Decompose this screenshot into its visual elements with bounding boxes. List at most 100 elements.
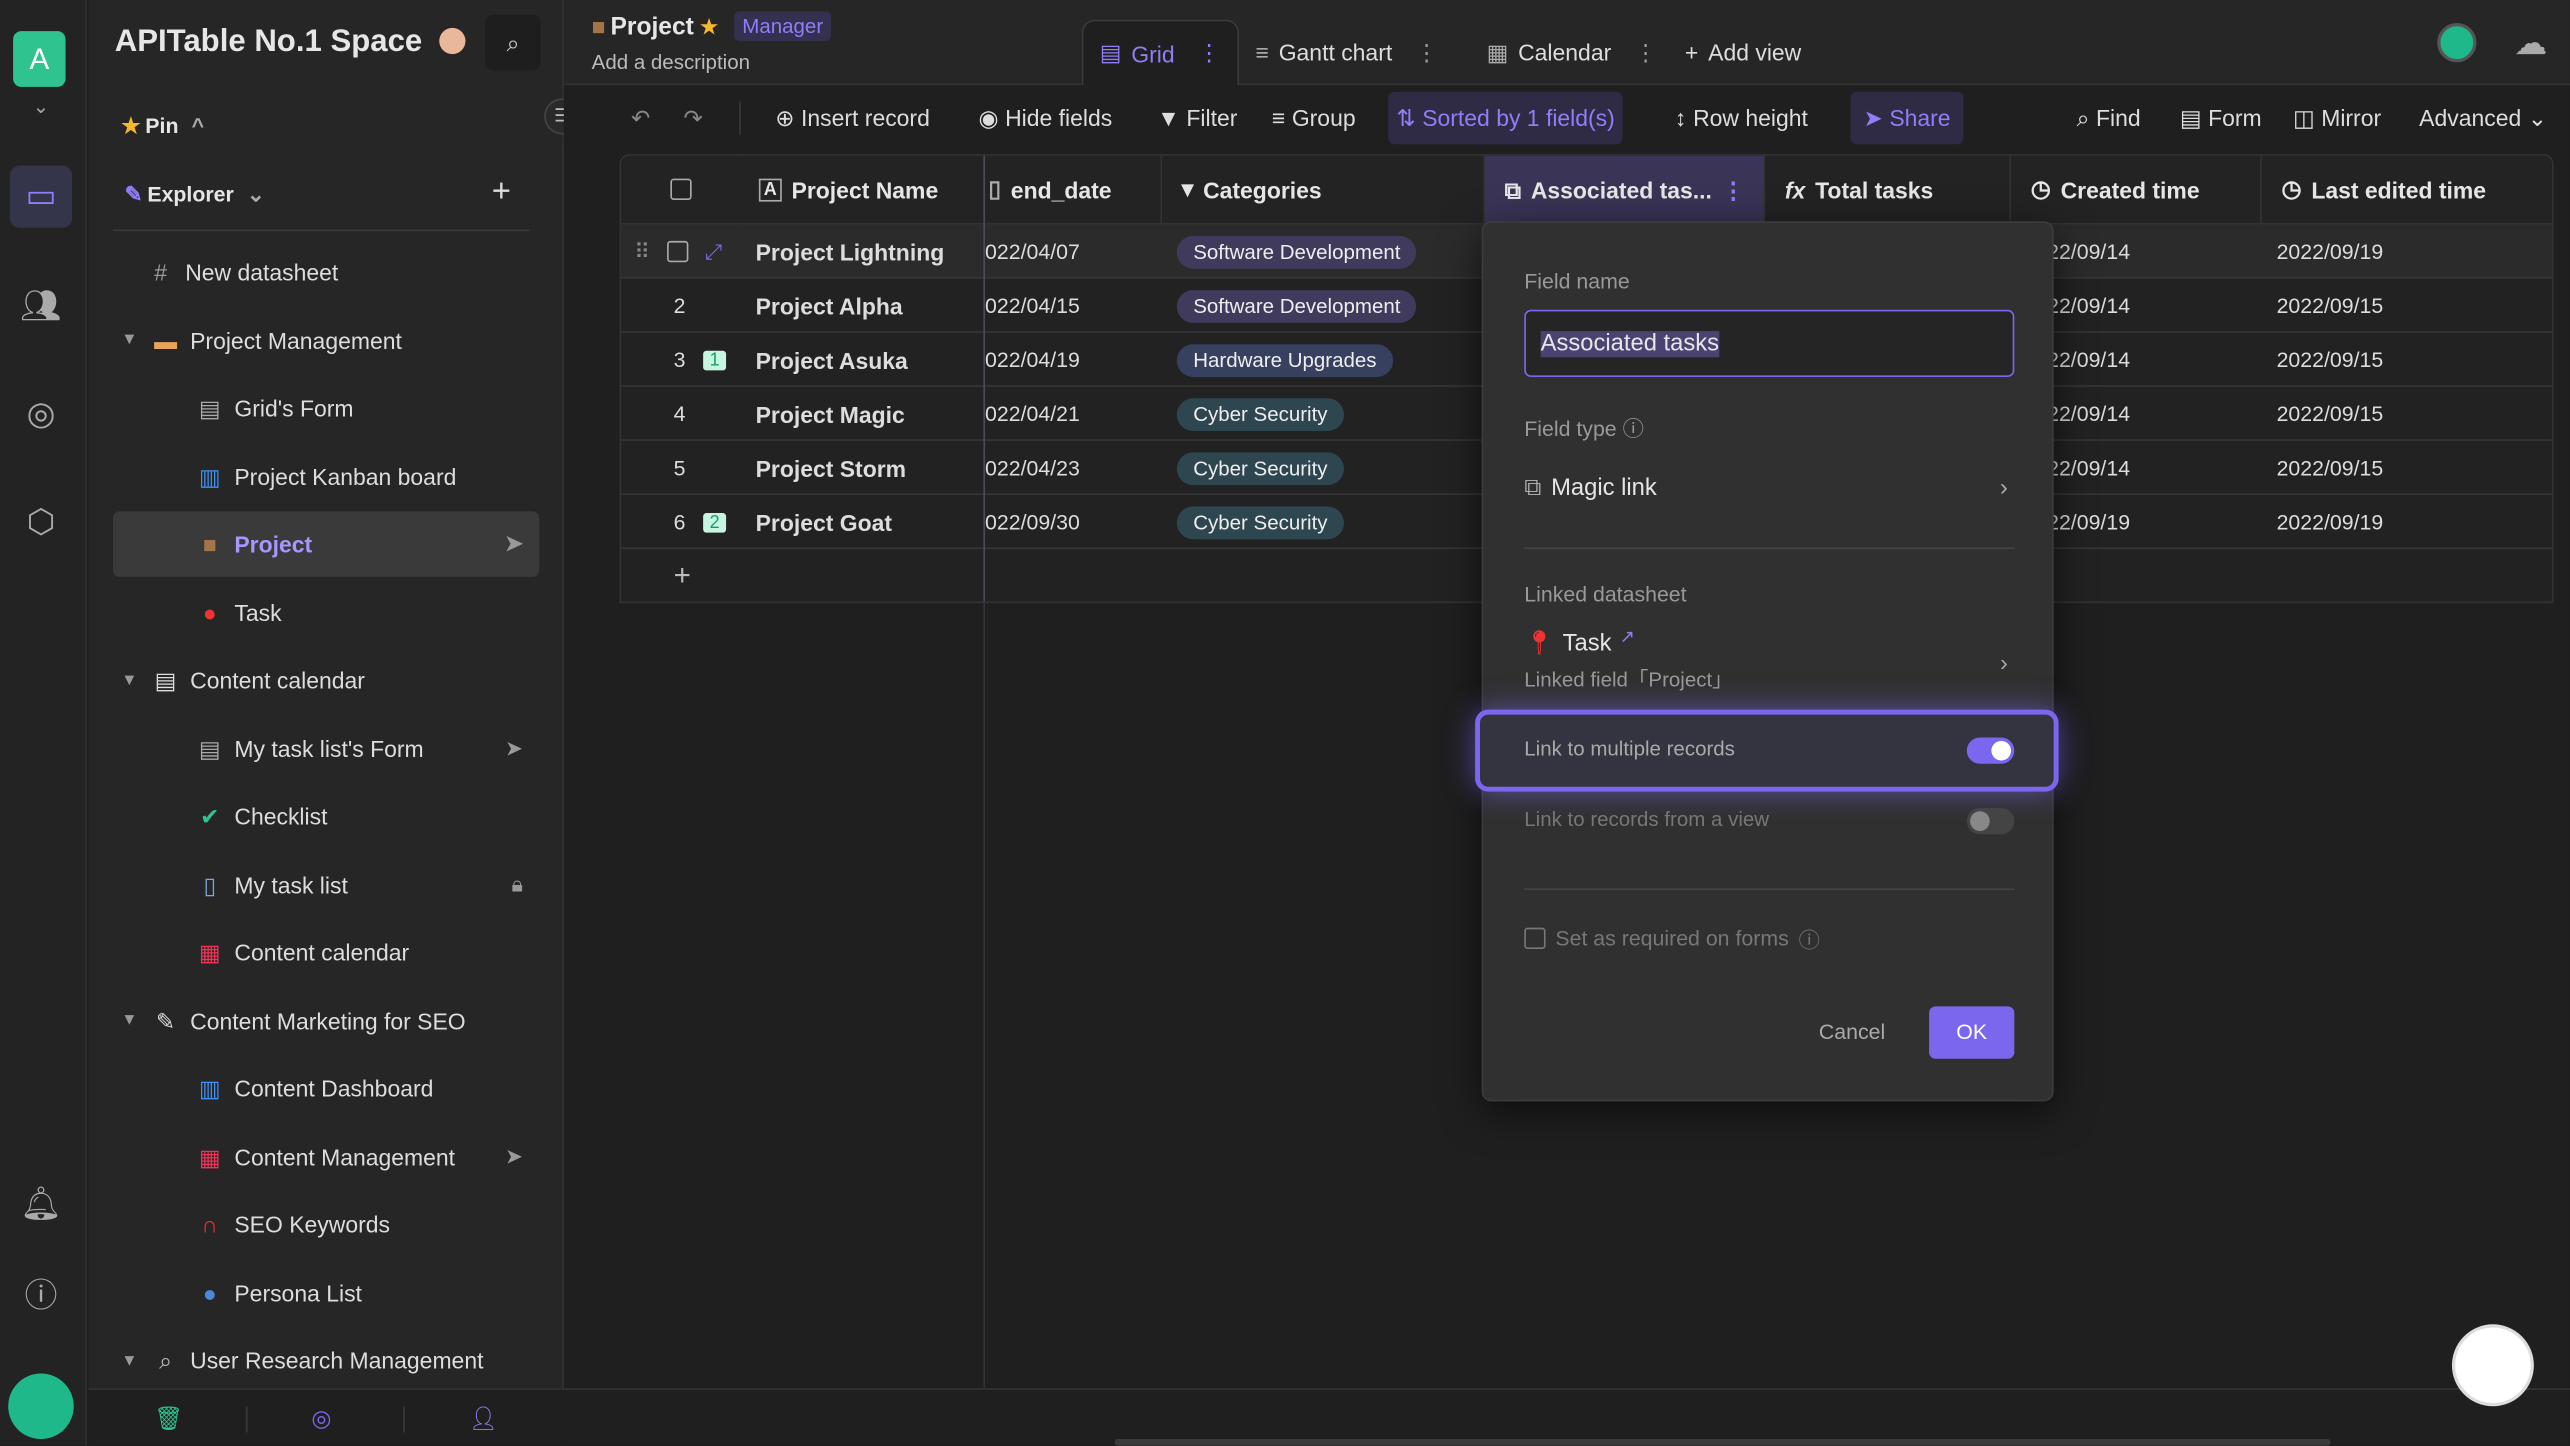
last-edited-time-cell[interactable]: 2022/09/15 [2277, 387, 2384, 441]
sidebar-item[interactable]: ▦ Content Management ➤ [113, 1124, 539, 1190]
help-icon[interactable]: ⓘ [20, 1275, 63, 1318]
horizontal-scrollbar[interactable] [1114, 1439, 2331, 1446]
add-view-button[interactable]: + Add view [1669, 20, 1818, 86]
categories-cell[interactable]: Cyber Security [1176, 441, 1344, 495]
explorer-section[interactable]: ✎ Explorer ⌄ [125, 182, 265, 208]
sidebar-item[interactable]: ∩ SEO Keywords [113, 1192, 539, 1258]
tab-grid[interactable]: ▤ Grid ⋮ [1081, 19, 1239, 86]
sidebar-item[interactable]: ▥ Content Dashboard [113, 1056, 539, 1122]
created-time-cell[interactable]: 22/09/14 [2047, 441, 2130, 495]
sidebar-item[interactable]: ▼ ▤ Content calendar [113, 647, 539, 713]
row-checkbox[interactable] [667, 240, 689, 263]
end-date-cell[interactable]: 022/04/23 [985, 441, 1080, 495]
sidebar-item[interactable]: ▦ Content calendar [113, 919, 539, 985]
created-time-cell[interactable]: 22/09/14 [2047, 333, 2130, 387]
drag-handle-icon[interactable]: ⠿ [634, 225, 650, 279]
comment-count-badge[interactable]: 1 [703, 349, 727, 370]
form-button[interactable]: ▤ Form [2172, 98, 2270, 137]
trash-icon[interactable]: 🗑︎ [154, 1405, 183, 1433]
space-avatar[interactable]: A [13, 31, 66, 87]
column-header-project-name[interactable]: A Project Name [739, 155, 986, 225]
search-button[interactable]: ⌕ [485, 14, 541, 71]
column-header-end-date[interactable]: ▯ end_date [985, 155, 1163, 225]
collaborator-avatar[interactable] [2437, 22, 2477, 63]
column-header-created-time[interactable]: ◷ Created time [2011, 155, 2262, 225]
assistant-avatar[interactable] [2451, 1324, 2534, 1407]
expand-record-icon[interactable]: ⤢ [705, 225, 722, 279]
created-time-cell[interactable]: 22/09/19 [2047, 495, 2130, 549]
row-height-button[interactable]: ↕ Row height [1667, 98, 1816, 137]
more-icon[interactable]: ⋮ [1415, 39, 1438, 67]
bell-icon[interactable]: 🔔︎ [20, 1183, 63, 1226]
undo-button[interactable]: ↶ [623, 98, 659, 137]
star-icon[interactable]: ★ [699, 12, 720, 40]
created-time-cell[interactable]: 22/09/14 [2047, 387, 2130, 441]
share-icon[interactable]: ➤ [505, 735, 523, 761]
more-icon[interactable]: ⋮ [1634, 39, 1657, 67]
column-header-associated-tasks[interactable]: ⧉ Associated tas... ⋮ [1484, 155, 1766, 225]
group-button[interactable]: ≡ Group [1264, 98, 1364, 137]
categories-cell[interactable]: Hardware Upgrades [1176, 333, 1393, 387]
categories-cell[interactable]: Software Development [1176, 279, 1417, 333]
sidebar-item[interactable]: ✔ Checklist [113, 783, 539, 849]
link-from-view-toggle[interactable] [1966, 808, 2015, 835]
pin-section[interactable]: ★ Pin ^ [121, 113, 204, 139]
sidebar-item[interactable]: # New datasheet [113, 239, 539, 305]
tab-calendar[interactable]: ▦ Calendar ⋮ [1470, 20, 1673, 86]
share-button[interactable]: ➤ Share [1850, 91, 1964, 145]
user-avatar[interactable] [8, 1373, 74, 1440]
sidebar-item[interactable]: ▥ Project Kanban board [113, 443, 539, 509]
caret-down-icon[interactable]: ▼ [121, 1011, 141, 1029]
ok-button[interactable]: OK [1929, 1006, 2015, 1059]
members-icon[interactable]: 👥︎ [20, 285, 63, 328]
caret-down-icon[interactable]: ▼ [121, 671, 141, 689]
redo-button[interactable]: ↷ [675, 98, 711, 137]
mirror-button[interactable]: ◫ Mirror [2285, 98, 2390, 137]
more-icon[interactable]: ⋮ [1722, 176, 1745, 204]
sidebar-item[interactable]: ▤ Grid's Form [113, 375, 539, 441]
share-icon[interactable]: ➤ [505, 1143, 523, 1169]
settings-hex-icon[interactable]: ⬡ [20, 502, 63, 545]
project-name-cell[interactable]: Project Asuka [756, 333, 908, 387]
help-icon[interactable]: ⓘ [1799, 923, 1820, 954]
categories-cell[interactable]: Software Development [1176, 225, 1417, 279]
find-button[interactable]: ⌕ Find [2068, 98, 2148, 137]
column-header-last-edited-time[interactable]: ◷ Last edited time [2261, 155, 2552, 225]
comment-count-badge[interactable]: 2 [703, 512, 727, 532]
sidebar-item[interactable]: ▼ ✎ Content Marketing for SEO [113, 987, 539, 1053]
categories-cell[interactable]: Cyber Security [1176, 495, 1344, 549]
categories-cell[interactable]: Cyber Security [1176, 387, 1344, 441]
sidebar-item[interactable]: ● Task [113, 579, 539, 645]
linked-datasheet-select[interactable]: 📍︎ Task ↗ Linked field「Project」 › [1524, 626, 2014, 701]
share-icon[interactable]: ➤ [505, 531, 523, 557]
last-edited-time-cell[interactable]: 2022/09/15 [2277, 441, 2384, 495]
end-date-cell[interactable]: 022/09/30 [985, 495, 1080, 549]
last-edited-time-cell[interactable]: 2022/09/15 [2277, 279, 2384, 333]
caret-down-icon[interactable]: ▼ [121, 1351, 141, 1369]
help-icon[interactable]: ⓘ [1623, 416, 1644, 441]
project-name-cell[interactable]: Project Storm [756, 441, 906, 495]
hide-fields-button[interactable]: ◉ Hide fields [970, 98, 1120, 137]
add-node-button[interactable]: + [492, 174, 511, 212]
link-multiple-toggle[interactable] [1966, 737, 2015, 764]
column-header-total-tasks[interactable]: fx Total tasks [1765, 155, 2012, 225]
sort-button[interactable]: ⇅ Sorted by 1 field(s) [1388, 91, 1623, 145]
workbench-icon[interactable]: ▭ [9, 165, 73, 228]
sidebar-item[interactable]: ▯ My task list 🔒︎ [113, 851, 539, 917]
end-date-cell[interactable]: 022/04/15 [985, 279, 1080, 333]
column-header-categories[interactable]: ▾ Categories [1162, 155, 1485, 225]
external-link-icon[interactable]: ↗ [1620, 626, 1635, 648]
chevron-down-icon[interactable]: ⌄ [20, 85, 63, 128]
advanced-button[interactable]: Advanced ⌄ [2411, 98, 2555, 137]
datasheet-title[interactable]: Project [610, 12, 693, 40]
tab-gantt[interactable]: ≡ Gantt chart ⋮ [1239, 20, 1454, 86]
project-name-cell[interactable]: Project Lightning [756, 225, 945, 279]
sidebar-item[interactable]: ■ Project ➤ [113, 511, 540, 577]
last-edited-time-cell[interactable]: 2022/09/19 [2277, 495, 2384, 549]
end-date-cell[interactable]: 022/04/07 [985, 225, 1080, 279]
last-edited-time-cell[interactable]: 2022/09/19 [2277, 225, 2384, 279]
caret-down-icon[interactable]: ▼ [121, 331, 141, 349]
invite-member-icon[interactable]: 👤︎ [469, 1405, 498, 1433]
insert-record-button[interactable]: ⊕ Insert record [767, 98, 938, 137]
sidebar-item[interactable]: ▤ My task list's Form ➤ [113, 715, 539, 781]
